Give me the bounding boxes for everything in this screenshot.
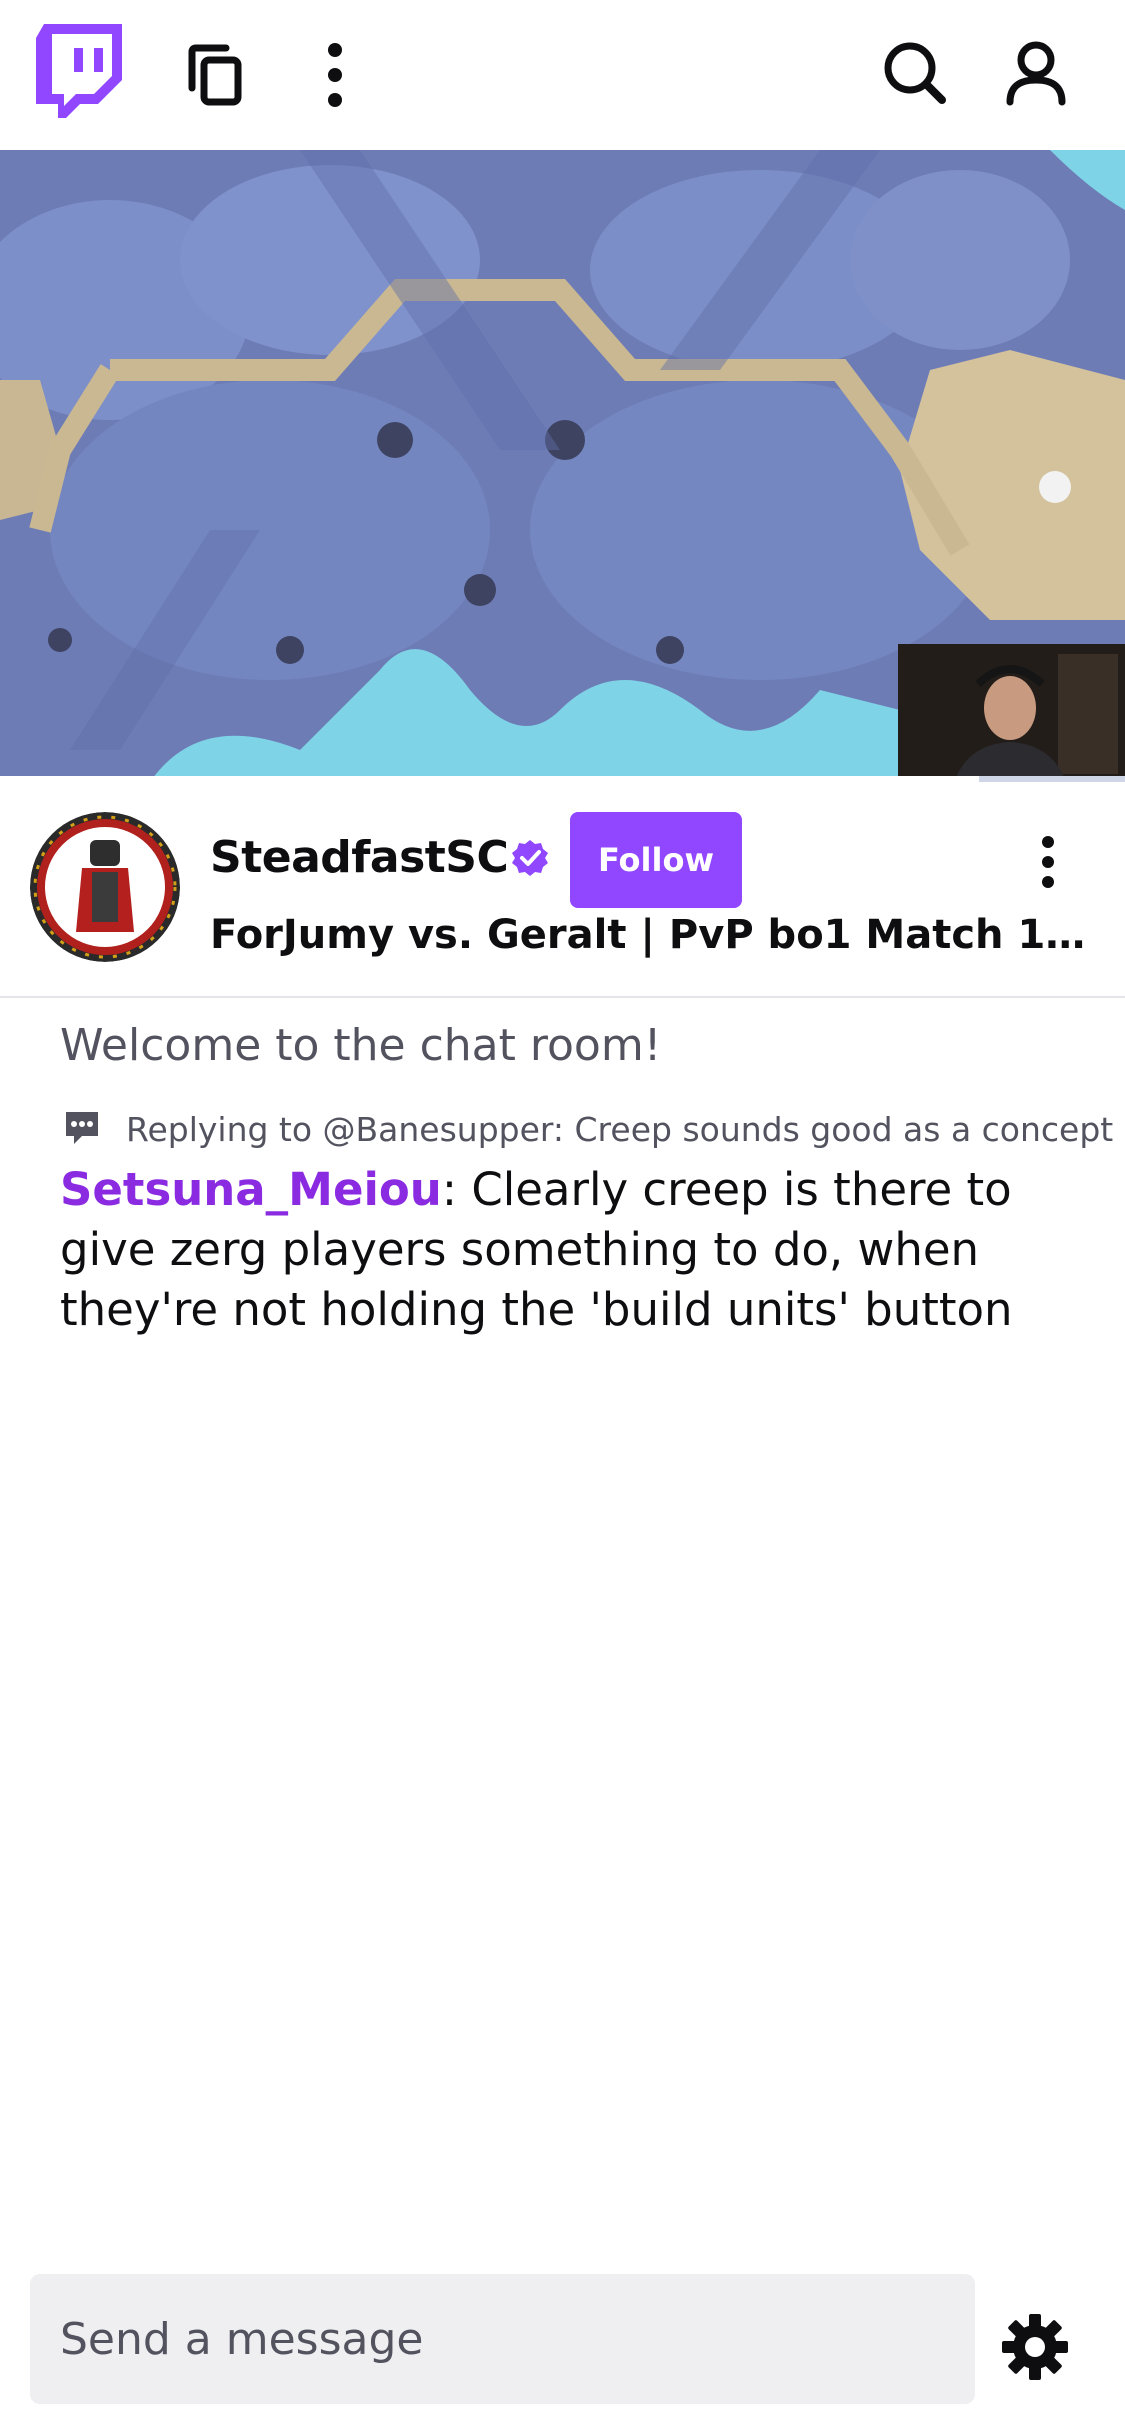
twitch-logo-icon[interactable] xyxy=(36,24,122,122)
reply-text: Replying to @Banesupper: Creep sounds go… xyxy=(126,1110,1114,1149)
streamer-webcam xyxy=(898,644,1125,782)
send-message-input[interactable] xyxy=(30,2274,975,2404)
copy-icon[interactable] xyxy=(186,44,246,106)
chat-panel: Welcome to the chat room! Replying to @B… xyxy=(0,998,1125,2248)
more-vertical-icon[interactable] xyxy=(318,42,352,108)
user-icon[interactable] xyxy=(1004,40,1068,106)
reply-chat-icon xyxy=(66,1112,98,1144)
chat-message-separator: : xyxy=(441,1163,472,1216)
reply-context[interactable]: Replying to @Banesupper: Creep sounds go… xyxy=(60,1106,1113,1150)
channel-name[interactable]: SteadfastSC xyxy=(210,832,509,883)
verified-badge-icon xyxy=(512,840,548,876)
stream-title: ForJumy vs. Geralt | PvP bo1 Match 15 | … xyxy=(210,912,1090,958)
top-nav-bar xyxy=(0,0,1125,150)
search-icon[interactable] xyxy=(882,40,948,106)
video-player[interactable] xyxy=(0,150,1125,782)
follow-button[interactable]: Follow xyxy=(570,812,742,908)
gear-icon[interactable] xyxy=(1000,2312,1070,2382)
chat-welcome-message: Welcome to the chat room! xyxy=(60,1020,662,1071)
chat-username[interactable]: Setsuna_Meiou xyxy=(60,1163,442,1216)
chat-message: Setsuna_Meiou: Clearly creep is there to… xyxy=(60,1160,1070,1340)
channel-more-icon[interactable] xyxy=(1028,834,1068,890)
channel-avatar[interactable] xyxy=(30,812,180,962)
channel-info: SteadfastSC Follow ForJumy vs. Geralt | … xyxy=(0,782,1125,998)
